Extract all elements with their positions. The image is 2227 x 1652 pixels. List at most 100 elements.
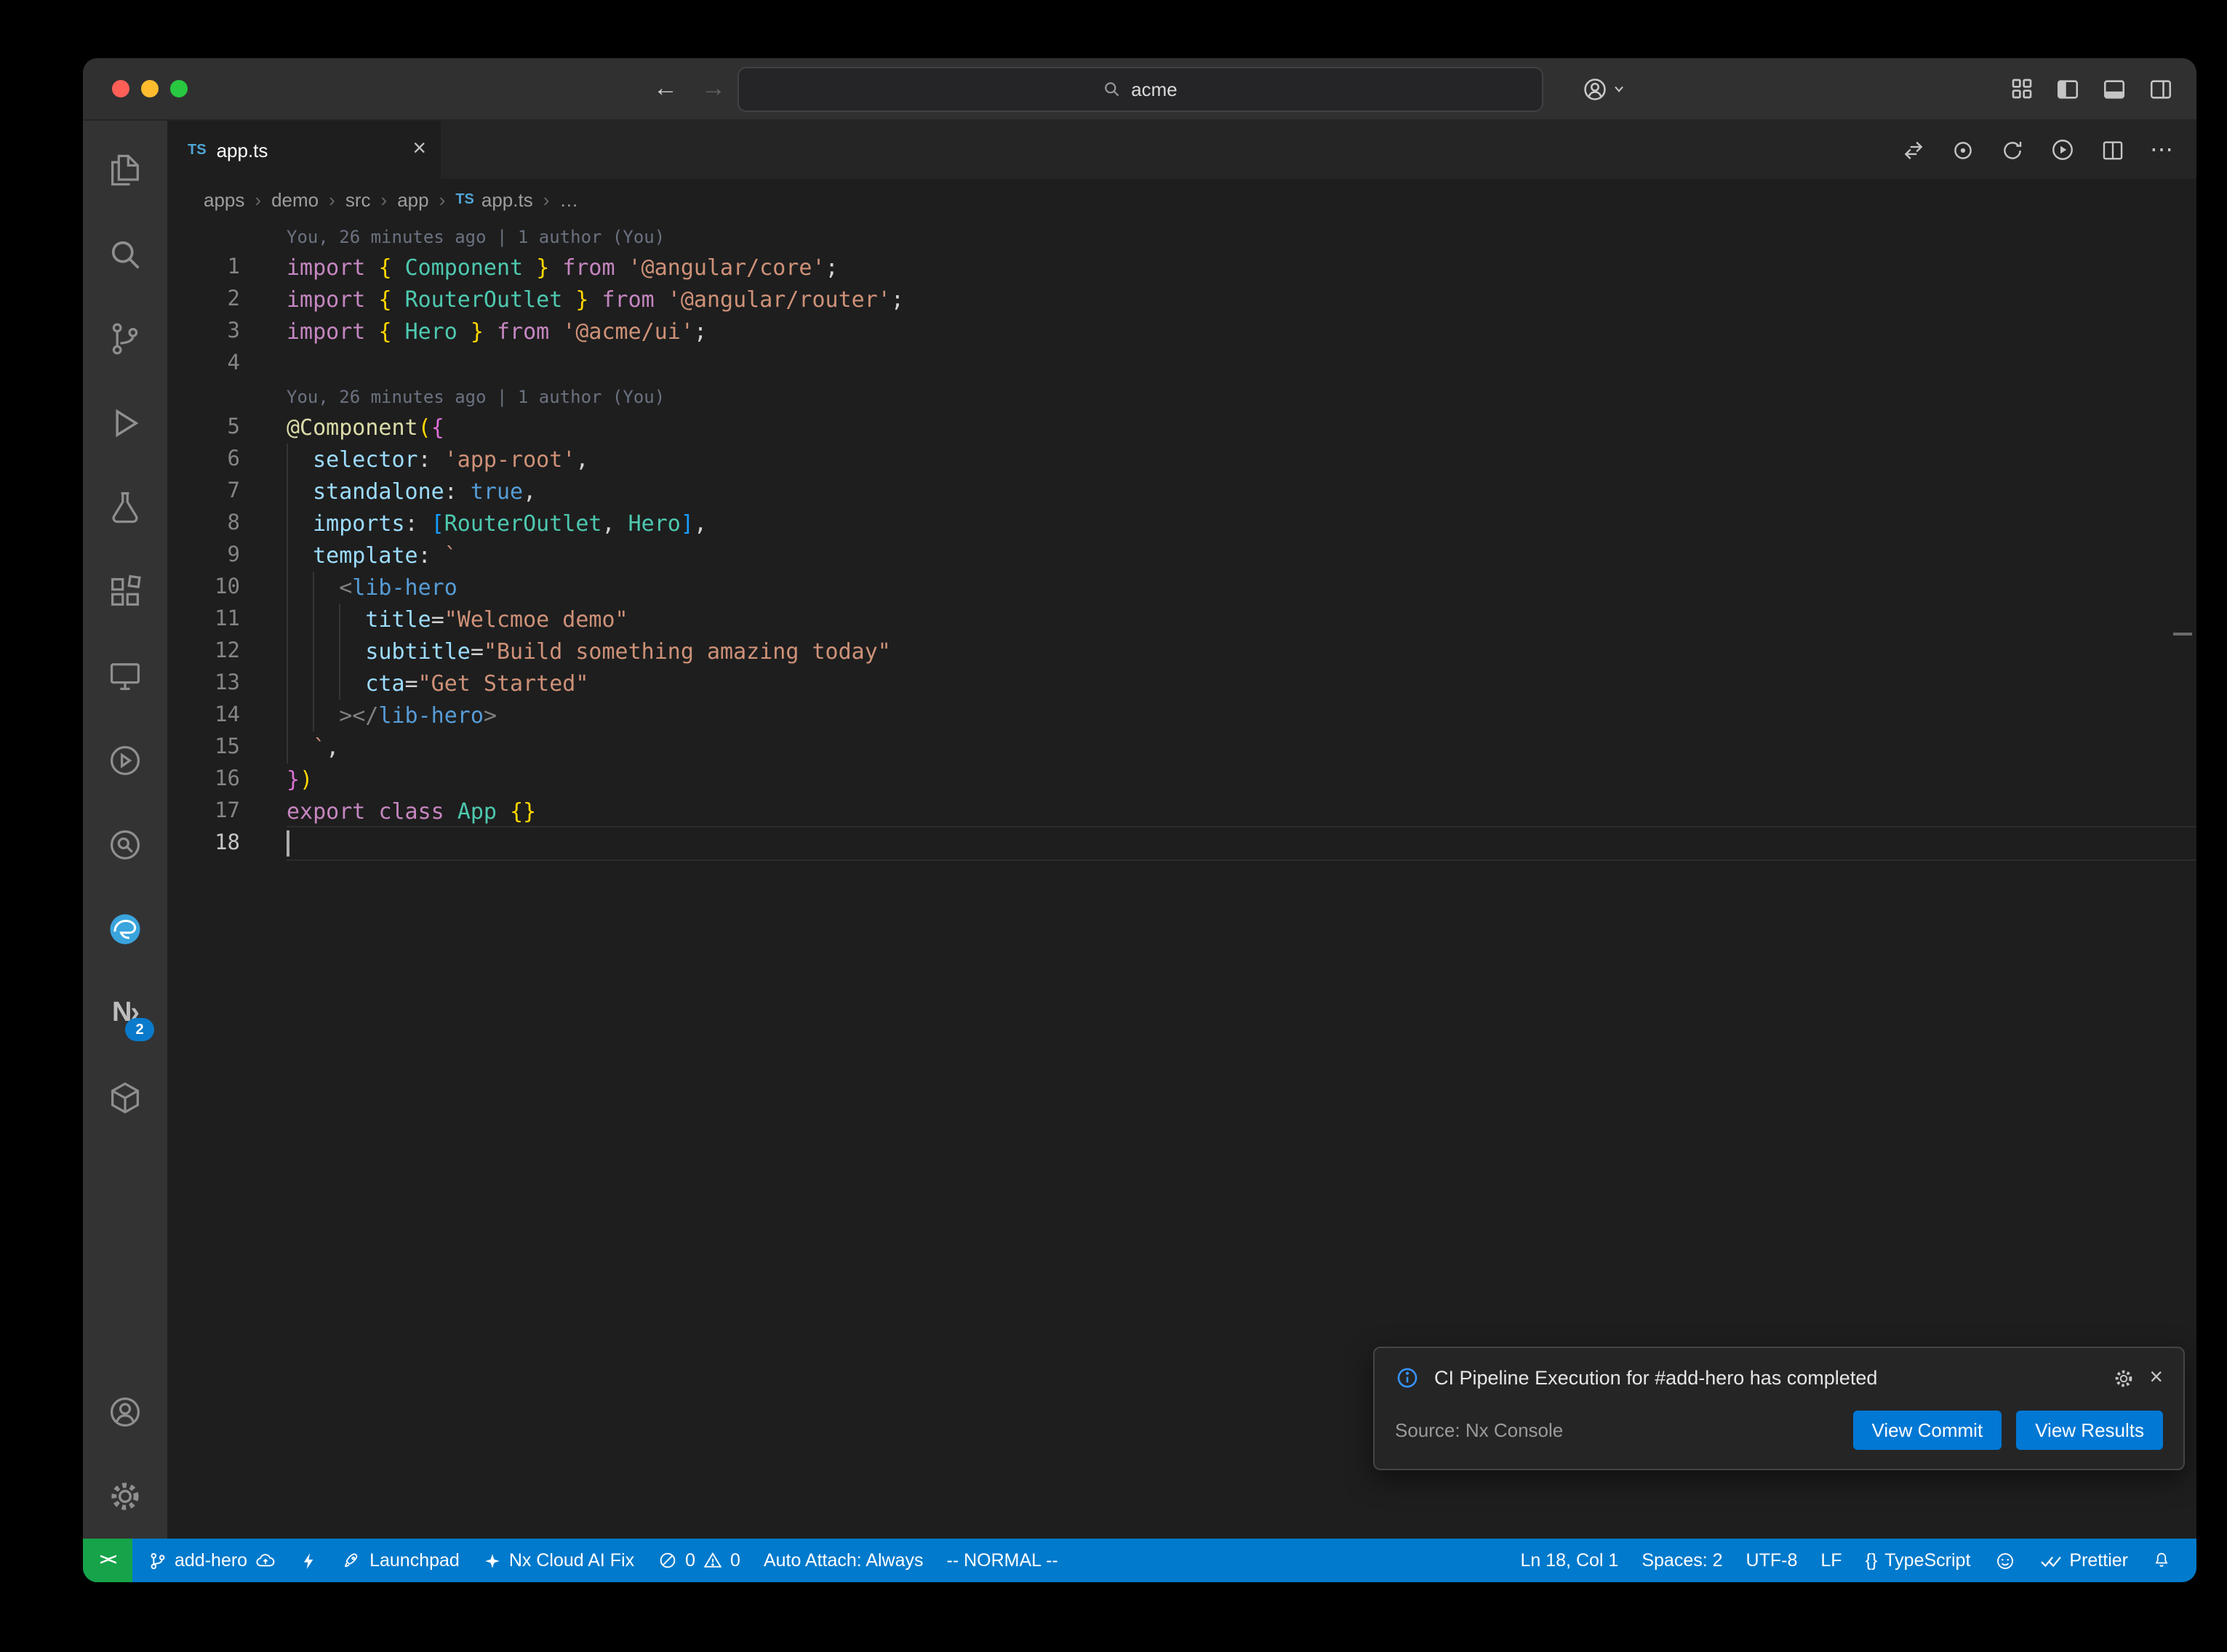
code-line[interactable]: import { RouterOutlet } from '@angular/r… [287, 284, 2196, 316]
status-eol[interactable]: LF [1810, 1539, 1852, 1582]
run-profile-icon[interactable] [83, 718, 167, 803]
code-line[interactable]: subtitle="Build something amazing today" [287, 635, 2196, 667]
view-commit-button[interactable]: View Commit [1853, 1411, 2002, 1450]
zoom-window-button[interactable] [170, 80, 188, 97]
run-debug-icon[interactable] [83, 381, 167, 465]
close-window-button[interactable] [112, 80, 129, 97]
view-results-button[interactable]: View Results [2016, 1411, 2163, 1450]
status-language[interactable]: {} TypeScript [1855, 1539, 1981, 1582]
remote-explorer-icon[interactable] [83, 634, 167, 718]
status-indentation[interactable]: Spaces: 2 [1631, 1539, 1732, 1582]
code-line[interactable]: @Component({ [287, 412, 2196, 444]
testing-icon[interactable] [83, 465, 167, 550]
code-line[interactable]: <lib-hero [287, 572, 2196, 604]
indent-guide [313, 699, 314, 731]
status-auto-attach[interactable]: Auto Attach: Always [753, 1539, 934, 1582]
status-vim-mode[interactable]: -- NORMAL -- [937, 1539, 1068, 1582]
command-center-search[interactable]: acme [737, 66, 1543, 111]
breadcrumb-item[interactable]: demo [271, 188, 319, 210]
customize-layout-icon[interactable] [2010, 77, 2034, 100]
account-menu[interactable] [1581, 75, 1626, 103]
sync-icon[interactable] [2000, 137, 2025, 162]
code-line[interactable]: standalone: true, [287, 476, 2196, 508]
title-bar[interactable]: ← → acme [83, 58, 2196, 121]
indent-guide [313, 667, 314, 699]
navigate-forward-icon[interactable]: → [701, 74, 726, 103]
bell-icon [2151, 1550, 2172, 1571]
warnings-count: 0 [730, 1550, 740, 1571]
notification-toast: CI Pipeline Execution for #add-hero has … [1373, 1347, 2185, 1470]
status-nx-cloud-ai-fix[interactable]: Nx Cloud AI Fix [473, 1539, 644, 1582]
status-launchpad[interactable]: Launchpad [332, 1539, 470, 1582]
indent-guide [287, 540, 288, 572]
tab-app-ts[interactable]: TS app.ts × [167, 121, 441, 179]
code-line[interactable]: You, 26 minutes ago | 1 author (You) [287, 380, 2196, 412]
container-icon[interactable] [83, 1056, 167, 1140]
breadcrumb-item[interactable]: src [345, 188, 371, 210]
more-actions-icon[interactable]: ⋯ [2150, 135, 2173, 164]
status-branch[interactable]: add-hero [138, 1539, 287, 1582]
breadcrumb-separator: › [329, 188, 335, 210]
breadcrumb-item[interactable]: TSapp.ts [455, 188, 532, 210]
errors-icon [657, 1550, 678, 1571]
toggle-sidebar-left-icon[interactable] [2055, 76, 2080, 101]
indent-guide [287, 508, 288, 540]
explorer-icon[interactable] [83, 128, 167, 212]
notification-close-icon[interactable]: × [2149, 1366, 2163, 1390]
manage-gear-icon[interactable] [83, 1454, 167, 1539]
toggle-sidebar-right-icon[interactable] [2148, 76, 2173, 101]
extensions-icon[interactable] [83, 550, 167, 634]
code-line[interactable]: import { Component } from '@angular/core… [287, 252, 2196, 284]
run-debug-file-icon[interactable] [2050, 137, 2076, 163]
navigate-back-icon[interactable]: ← [653, 74, 678, 103]
info-icon [1395, 1366, 1420, 1390]
breadcrumb-item[interactable]: apps [204, 188, 244, 210]
status-formatter[interactable]: Prettier [2028, 1539, 2138, 1582]
indent-guide [287, 667, 288, 699]
code-line[interactable]: export class App {} [287, 795, 2196, 827]
status-cursor-position[interactable]: Ln 18, Col 1 [1511, 1539, 1629, 1582]
notification-settings-icon[interactable] [2111, 1366, 2135, 1390]
nx-badge: 2 [125, 1018, 154, 1041]
warnings-icon [703, 1550, 723, 1571]
nx-console-icon[interactable]: N› 2 [83, 971, 167, 1056]
close-tab-icon[interactable]: × [412, 138, 426, 161]
edge-browser-icon[interactable] [83, 887, 167, 971]
breadcrumb-item[interactable]: … [559, 188, 578, 210]
indent-guide [339, 635, 340, 667]
code-line[interactable] [287, 348, 2196, 380]
toggle-panel-icon[interactable] [2102, 76, 2127, 101]
split-editor-icon[interactable] [2100, 137, 2125, 162]
code-line[interactable]: You, 26 minutes ago | 1 author (You) [287, 220, 2196, 252]
status-copilot[interactable] [1983, 1539, 2026, 1582]
status-notifications[interactable] [2141, 1539, 2182, 1582]
status-zap[interactable] [289, 1539, 329, 1582]
search-view-icon[interactable] [83, 212, 167, 297]
code-line[interactable]: imports: [RouterOutlet, Hero], [287, 508, 2196, 540]
status-encoding[interactable]: UTF-8 [1736, 1539, 1808, 1582]
code-line[interactable]: selector: 'app-root', [287, 444, 2196, 476]
tab-label: app.ts [217, 139, 268, 161]
status-problems[interactable]: 0 0 [647, 1539, 751, 1582]
code-editor[interactable]: 123456789101112131415161718 You, 26 minu… [167, 220, 2196, 1539]
open-changes-icon[interactable] [1901, 137, 1926, 162]
code-line[interactable]: template: ` [287, 540, 2196, 572]
code-line[interactable]: cta="Get Started" [287, 667, 2196, 699]
code-line[interactable]: title="Welcmoe demo" [287, 604, 2196, 635]
account-icon [1581, 75, 1609, 103]
accounts-icon[interactable] [83, 1370, 167, 1454]
remote-indicator[interactable]: >< [83, 1539, 132, 1582]
code-line[interactable]: import { Hero } from '@acme/ui'; [287, 316, 2196, 348]
toggle-blame-icon[interactable] [1951, 137, 1975, 162]
line-number: 9 [167, 540, 240, 572]
minimize-window-button[interactable] [141, 80, 159, 97]
code-line[interactable]: `, [287, 731, 2196, 763]
line-number: 3 [167, 316, 240, 348]
code-line[interactable]: ></lib-hero> [287, 699, 2196, 731]
search-code-icon[interactable] [83, 803, 167, 887]
breadcrumb-item[interactable]: app [397, 188, 428, 210]
code-line[interactable]: }) [287, 763, 2196, 795]
code-line-current[interactable] [287, 827, 2196, 859]
source-control-icon[interactable] [83, 297, 167, 381]
code-lines[interactable]: You, 26 minutes ago | 1 author (You)impo… [240, 220, 2196, 1539]
